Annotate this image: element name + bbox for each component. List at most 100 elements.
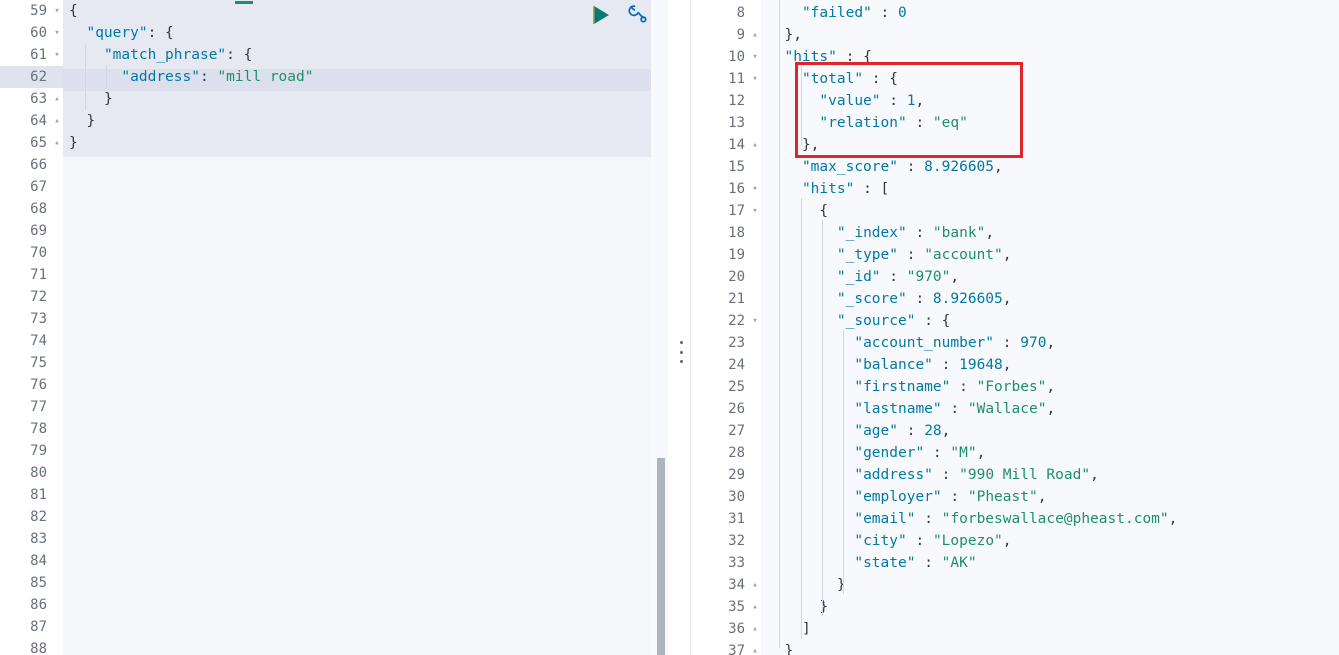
code-line-73[interactable] — [63, 308, 668, 330]
drag-handle-icon[interactable] — [675, 341, 687, 363]
line-number-66[interactable]: 66 — [0, 154, 63, 176]
line-number-11[interactable]: 11 ▾ — [691, 68, 761, 90]
code-line-75[interactable] — [63, 352, 668, 374]
line-number-69[interactable]: 69 — [0, 220, 63, 242]
code-line-65[interactable]: } — [63, 132, 668, 154]
send-request-play-button[interactable] — [588, 3, 612, 27]
code-line-11[interactable]: "total" : { — [761, 68, 1339, 90]
response-code-area[interactable]: "failed" : 0 }, "hits" : { "total" : { "… — [761, 0, 1339, 655]
code-line-66[interactable] — [63, 154, 668, 176]
code-line-22[interactable]: "_source" : { — [761, 310, 1339, 332]
request-editor-pane[interactable]: 59 ▾ 60 ▾ 61 ▾ 62 63 ▴ 64 ▴ 65 ▴ 66 67 68 69 70 71 72 73 74 75… — [0, 0, 668, 655]
chevron-up-icon[interactable]: ▴ — [749, 134, 761, 156]
code-line-29[interactable]: "address" : "990 Mill Road", — [761, 464, 1339, 486]
line-number-18[interactable]: 18 — [691, 222, 761, 244]
line-number-82[interactable]: 82 — [0, 506, 63, 528]
line-number-76[interactable]: 76 — [0, 374, 63, 396]
line-number-8[interactable]: 8 — [691, 2, 761, 24]
line-number-15[interactable]: 15 — [691, 156, 761, 178]
chevron-down-icon[interactable]: ▾ — [51, 0, 63, 22]
chevron-down-icon[interactable]: ▾ — [749, 178, 761, 200]
line-number-16[interactable]: 16 ▾ — [691, 178, 761, 200]
code-line-26[interactable]: "lastname" : "Wallace", — [761, 398, 1339, 420]
code-line-12[interactable]: "value" : 1, — [761, 90, 1339, 112]
code-line-76[interactable] — [63, 374, 668, 396]
line-number-77[interactable]: 77 — [0, 396, 63, 418]
line-number-79[interactable]: 79 — [0, 440, 63, 462]
code-line-64[interactable]: } — [63, 110, 668, 132]
code-line-69[interactable] — [63, 220, 668, 242]
chevron-down-icon[interactable]: ▾ — [749, 200, 761, 222]
code-line-61[interactable]: "match_phrase": { — [63, 44, 668, 66]
code-line-80[interactable] — [63, 462, 668, 484]
request-scrollbar-thumb[interactable] — [657, 458, 665, 655]
line-number-9[interactable]: 9 ▴ — [691, 24, 761, 46]
line-number-65[interactable]: 65 ▴ — [0, 132, 63, 154]
code-line-78[interactable] — [63, 418, 668, 440]
line-number-73[interactable]: 73 — [0, 308, 63, 330]
line-number-30[interactable]: 30 — [691, 486, 761, 508]
code-line-81[interactable] — [63, 484, 668, 506]
line-number-78[interactable]: 78 — [0, 418, 63, 440]
line-number-23[interactable]: 23 — [691, 332, 761, 354]
code-line-62[interactable]: "address": "mill road" — [63, 66, 668, 88]
code-line-67[interactable] — [63, 176, 668, 198]
code-line-30[interactable]: "employer" : "Pheast", — [761, 486, 1339, 508]
code-line-59[interactable]: { — [63, 0, 668, 22]
line-number-21[interactable]: 21 — [691, 288, 761, 310]
code-line-84[interactable] — [63, 550, 668, 572]
line-number-64[interactable]: 64 ▴ — [0, 110, 63, 132]
code-line-17[interactable]: { — [761, 200, 1339, 222]
pane-splitter[interactable] — [668, 0, 691, 655]
code-line-8[interactable]: "failed" : 0 — [761, 2, 1339, 24]
line-number-88[interactable]: 88 — [0, 638, 63, 655]
line-number-61[interactable]: 61 ▾ — [0, 44, 63, 66]
line-number-75[interactable]: 75 — [0, 352, 63, 374]
code-line-16[interactable]: "hits" : [ — [761, 178, 1339, 200]
code-line-31[interactable]: "email" : "forbeswallace@pheast.com", — [761, 508, 1339, 530]
line-number-63[interactable]: 63 ▴ — [0, 88, 63, 110]
request-code-area[interactable]: { "query": { "match_phrase": { "address"… — [63, 0, 668, 655]
code-line-20[interactable]: "_id" : "970", — [761, 266, 1339, 288]
code-line-15[interactable]: "max_score" : 8.926605, — [761, 156, 1339, 178]
line-number-12[interactable]: 12 — [691, 90, 761, 112]
code-line-63[interactable]: } — [63, 88, 668, 110]
chevron-up-icon[interactable]: ▴ — [749, 618, 761, 640]
line-number-26[interactable]: 26 — [691, 398, 761, 420]
wrench-icon[interactable] — [622, 2, 648, 28]
line-number-85[interactable]: 85 — [0, 572, 63, 594]
chevron-down-icon[interactable]: ▾ — [51, 22, 63, 44]
code-line-13[interactable]: "relation" : "eq" — [761, 112, 1339, 134]
code-line-27[interactable]: "age" : 28, — [761, 420, 1339, 442]
code-line-85[interactable] — [63, 572, 668, 594]
chevron-down-icon[interactable]: ▾ — [749, 68, 761, 90]
chevron-up-icon[interactable]: ▴ — [51, 110, 63, 132]
chevron-up-icon[interactable]: ▴ — [749, 640, 761, 655]
line-number-81[interactable]: 81 — [0, 484, 63, 506]
line-number-35[interactable]: 35 ▴ — [691, 596, 761, 618]
chevron-up-icon[interactable]: ▴ — [749, 574, 761, 596]
line-number-20[interactable]: 20 — [691, 266, 761, 288]
code-line-9[interactable]: }, — [761, 24, 1339, 46]
chevron-up-icon[interactable]: ▴ — [51, 132, 63, 154]
code-line-21[interactable]: "_score" : 8.926605, — [761, 288, 1339, 310]
code-line-88[interactable] — [63, 638, 668, 655]
line-number-86[interactable]: 86 — [0, 594, 63, 616]
code-line-36[interactable]: ] — [761, 618, 1339, 640]
line-number-13[interactable]: 13 — [691, 112, 761, 134]
code-line-25[interactable]: "firstname" : "Forbes", — [761, 376, 1339, 398]
code-line-19[interactable]: "_type" : "account", — [761, 244, 1339, 266]
line-number-60[interactable]: 60 ▾ — [0, 22, 63, 44]
chevron-up-icon[interactable]: ▴ — [749, 596, 761, 618]
code-line-34[interactable]: } — [761, 574, 1339, 596]
line-number-74[interactable]: 74 — [0, 330, 63, 352]
code-line-37[interactable]: } — [761, 640, 1339, 655]
chevron-up-icon[interactable]: ▴ — [51, 88, 63, 110]
code-line-77[interactable] — [63, 396, 668, 418]
line-number-84[interactable]: 84 — [0, 550, 63, 572]
code-line-18[interactable]: "_index" : "bank", — [761, 222, 1339, 244]
code-line-83[interactable] — [63, 528, 668, 550]
line-number-83[interactable]: 83 — [0, 528, 63, 550]
line-number-34[interactable]: 34 ▴ — [691, 574, 761, 596]
code-line-35[interactable]: } — [761, 596, 1339, 618]
